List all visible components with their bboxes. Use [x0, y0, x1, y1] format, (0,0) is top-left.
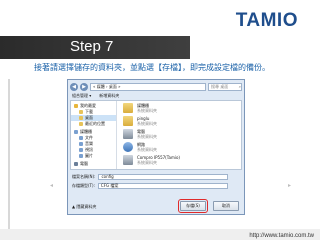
address-bar: ◀ ▶ « 媒體 › 桌面 » 搜尋 桌面 ⌕ [70, 82, 242, 91]
file-item[interactable]: pinglu 系統資料夾 [119, 114, 241, 127]
save-button[interactable]: 存檔(S) [178, 199, 208, 213]
library-icon [74, 130, 78, 134]
left-divider [8, 79, 10, 229]
star-icon [74, 104, 78, 108]
address-input[interactable]: « 媒體 › 桌面 » [90, 82, 206, 91]
nav-label: 電腦 [80, 161, 88, 166]
filetype-label: 存檔類型(T): [72, 182, 95, 188]
file-item[interactable]: 網路 系統資料夾 [119, 140, 241, 153]
cancel-button[interactable]: 取消 [213, 201, 239, 211]
organize-button[interactable]: 組合管理 ▾ [72, 93, 91, 99]
file-type: 系統資料夾 [137, 133, 157, 139]
folder-icon [79, 116, 83, 120]
network-icon [123, 141, 133, 152]
search-placeholder: 搜尋 桌面 [211, 83, 229, 89]
file-item[interactable]: 媒體櫃 系統資料夾 [119, 101, 241, 114]
footer-bar: http://www.tamio.com.tw [0, 229, 320, 240]
library-folder-icon [123, 102, 133, 113]
step-title: Step 7 [70, 38, 114, 55]
company-logo: TAMIO [235, 10, 298, 31]
file-type: 系統資料夾 [137, 107, 157, 113]
folder-icon [79, 122, 83, 126]
file-type: 系統資料夾 [137, 120, 157, 126]
command-bar: 組合管理 ▾ 新增資料夾 [70, 92, 242, 99]
file-type: 系統資料夾 [137, 159, 157, 165]
search-icon: ⌕ [238, 83, 241, 89]
file-item[interactable]: 電腦 系統資料夾 [119, 127, 241, 140]
next-slide-icon[interactable]: ▸ [288, 182, 291, 189]
footer-url[interactable]: http://www.tamio.com.tw [249, 233, 314, 239]
library-icon [79, 142, 83, 146]
file-type: 系統資料夾 [137, 146, 157, 152]
filename-input[interactable]: config [98, 173, 229, 180]
folder-icon [79, 110, 83, 114]
forward-icon[interactable]: ▶ [80, 82, 88, 91]
hide-folders-toggle[interactable]: ▲ 隱藏資料夾 [72, 204, 96, 210]
back-icon[interactable]: ◀ [70, 82, 78, 91]
filetype-row: 存檔類型(T): CFG 檔案 [72, 182, 228, 189]
file-item[interactable]: Compro IP557(Tamio) 系統資料夾 [119, 153, 241, 166]
library-icon [79, 154, 83, 158]
new-folder-button[interactable]: 新增資料夾 [99, 93, 119, 99]
save-dialog: ◀ ▶ « 媒體 › 桌面 » 搜尋 桌面 ⌕ 組合管理 ▾ 新增資料夾 我的最… [67, 79, 245, 215]
file-name: Compro IP557(Tamio) [137, 154, 180, 160]
shortcut-icon [123, 154, 133, 165]
computer-icon [123, 128, 133, 139]
filename-row: 檔案名稱(N): config [72, 173, 229, 180]
navigation-pane: 我的最愛 下載 桌面 最近的位置 媒體櫃 文件 音樂 視訊 圖片 電腦 [71, 101, 117, 169]
file-list: 媒體櫃 系統資料夾 pinglu 系統資料夾 電腦 系統資料夾 網路 系統資料夾 Com… [119, 101, 241, 169]
search-input[interactable]: 搜尋 桌面 ⌕ [208, 82, 242, 91]
nav-item-pictures[interactable]: 圖片 [71, 153, 116, 159]
filetype-select[interactable]: CFG 檔案 [97, 182, 228, 189]
nav-item-computer[interactable]: 電腦 [71, 161, 116, 167]
filename-label: 檔案名稱(N): [72, 173, 96, 179]
step-header-bar: Step 7 [0, 36, 190, 59]
library-icon [79, 136, 83, 140]
nav-label: 圖片 [85, 153, 93, 158]
nav-item-recent[interactable]: 最近的位置 [71, 121, 116, 127]
browser-pane: 我的最愛 下載 桌面 最近的位置 媒體櫃 文件 音樂 視訊 圖片 電腦 媒體櫃系… [70, 100, 242, 170]
nav-label: 最近的位置 [85, 121, 105, 126]
instruction-text: 接著請選擇儲存的資料夾，並點選【存檔】，即完成設定檔的備份。 [34, 63, 270, 72]
computer-icon [74, 162, 78, 166]
prev-slide-icon[interactable]: ◂ [50, 182, 53, 189]
user-folder-icon [123, 115, 133, 126]
library-icon [79, 148, 83, 152]
